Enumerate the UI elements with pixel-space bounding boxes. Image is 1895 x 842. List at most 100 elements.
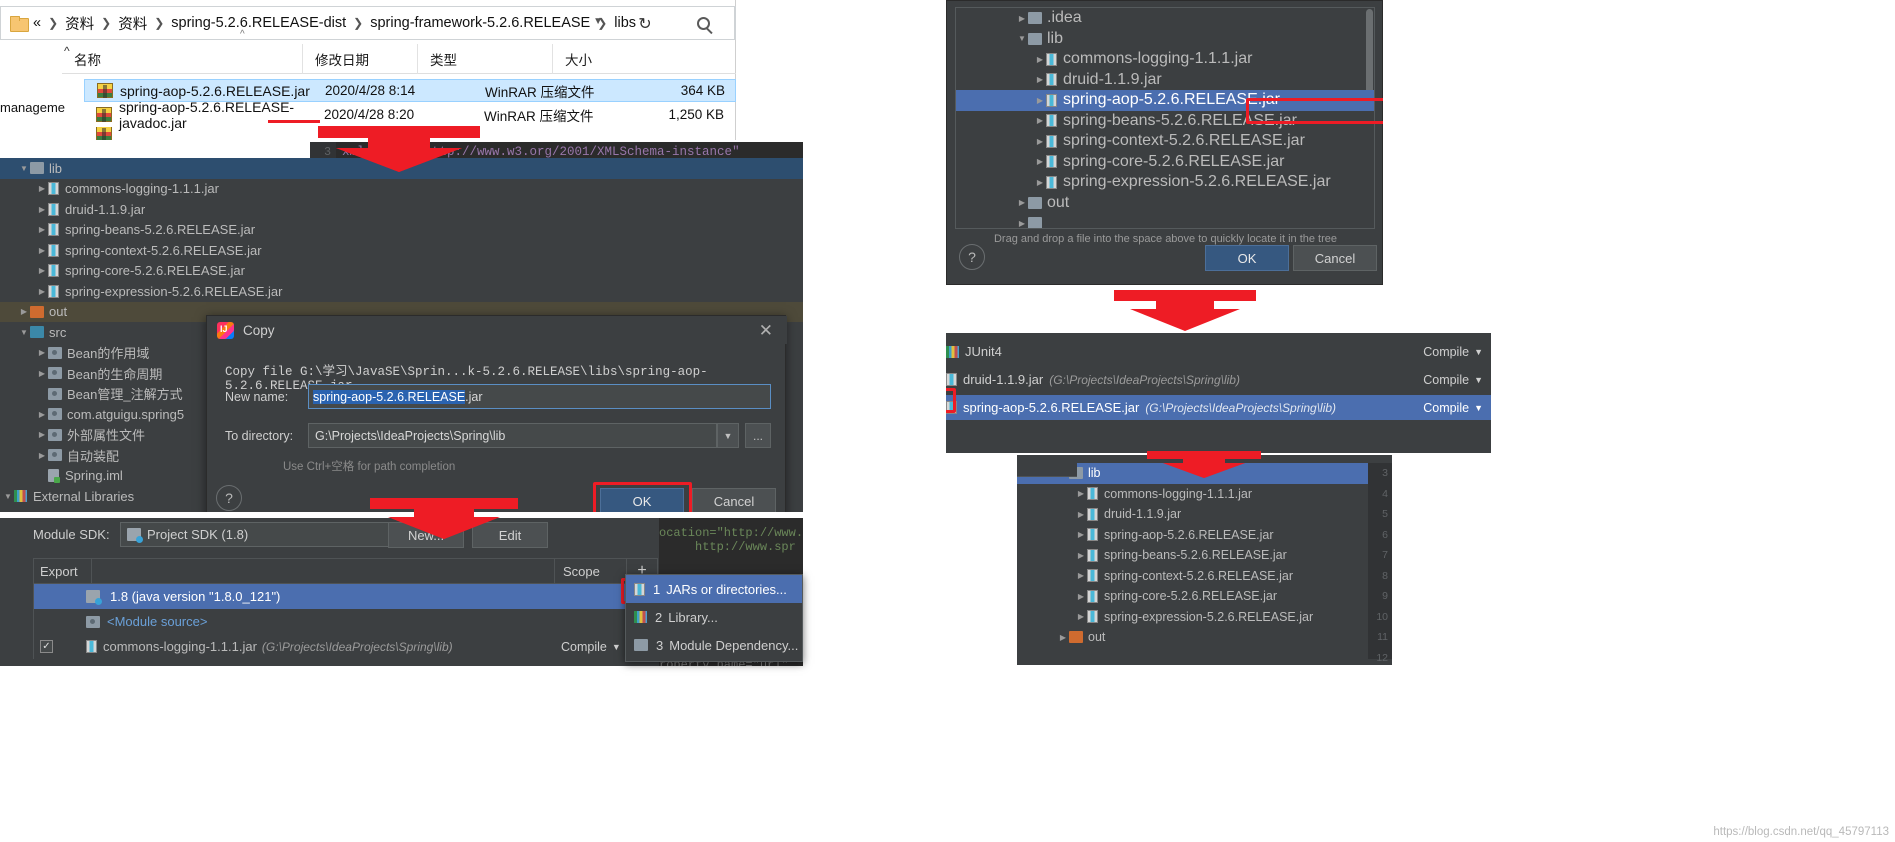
chevron-right-icon[interactable]: ▶ xyxy=(36,410,48,419)
tree-item-commons-logging[interactable]: ▶ commons-logging-1.1.1.jar xyxy=(0,179,803,200)
tree-item-spring-core[interactable]: ▶ spring-core-5.2.6.RELEASE.jar xyxy=(0,261,803,282)
chevron-right-icon[interactable]: ▶ xyxy=(1034,157,1046,166)
tree-item-druid[interactable]: ▶ druid-1.1.9.jar xyxy=(0,199,803,220)
breadcrumb-0[interactable]: « xyxy=(33,15,41,31)
help-icon[interactable]: ? xyxy=(216,485,242,511)
dependency-label: commons-logging-1.1.1.jar xyxy=(103,639,257,654)
chevron-right-icon[interactable]: ▶ xyxy=(1034,55,1046,64)
chevron-down-icon[interactable]: ▼ xyxy=(18,164,30,173)
dependency-row-jdk[interactable]: 1.8 (java version "1.8.0_121") xyxy=(33,584,658,609)
column-header-name[interactable]: 名称 xyxy=(62,44,302,74)
right-tree-item-spring-aop[interactable]: ▶ spring-aop-5.2.6.RELEASE.jar xyxy=(1017,525,1392,546)
tree-item-spring-context[interactable]: ▶ spring-context-5.2.6.RELEASE.jar xyxy=(0,240,803,261)
chevron-down-icon[interactable]: ▼ xyxy=(1474,375,1483,385)
chevron-right-icon[interactable]: ▶ xyxy=(1034,75,1046,84)
chevron-right-icon[interactable]: ▶ xyxy=(36,184,48,193)
export-checkbox[interactable]: ✓ xyxy=(40,640,53,653)
chevron-right-icon[interactable]: ▶ xyxy=(36,205,48,214)
chooser-item-spring-aop[interactable]: ▶ spring-aop-5.2.6.RELEASE.jar xyxy=(956,90,1374,111)
chevron-down-icon[interactable]: ▼ xyxy=(1474,347,1483,357)
chevron-right-icon[interactable]: ▶ xyxy=(36,348,48,357)
new-name-selected-text: spring-aop-5.2.6.RELEASE xyxy=(313,389,466,404)
breadcrumb-3[interactable]: spring-5.2.6.RELEASE-dist xyxy=(171,15,346,31)
breadcrumb-4[interactable]: spring-framework-5.2.6.RELEASE xyxy=(370,15,590,31)
chevron-right-icon[interactable]: ▶ xyxy=(36,451,48,460)
chevron-right-icon[interactable]: ▶ xyxy=(1075,592,1087,601)
chevron-down-icon[interactable]: ▼ xyxy=(2,492,14,501)
right-tree-item-spring-expression[interactable]: ▶ spring-expression-5.2.6.RELEASE.jar xyxy=(1017,607,1392,628)
chevron-right-icon[interactable]: ▶ xyxy=(1034,96,1046,105)
chooser-item-spring-core[interactable]: ▶ spring-core-5.2.6.RELEASE.jar xyxy=(956,152,1374,173)
chooser-item-spring-context[interactable]: ▶ spring-context-5.2.6.RELEASE.jar xyxy=(956,131,1374,152)
chooser-item-commons-logging[interactable]: ▶ commons-logging-1.1.1.jar xyxy=(956,49,1374,70)
refresh-icon[interactable]: ↻ xyxy=(633,12,657,36)
copy-cancel-button[interactable]: Cancel xyxy=(692,488,776,514)
chevron-down-icon[interactable]: ▼ xyxy=(612,642,621,652)
right-tree-item-druid[interactable]: ▶ druid-1.1.9.jar xyxy=(1017,504,1392,525)
address-bar[interactable]: « ❯ 资料 ❯ 资料 ❯ spring-5.2.6.RELEASE-dist … xyxy=(0,6,736,40)
to-directory-input[interactable]: G:\Projects\IdeaProjects\Spring\lib xyxy=(308,423,717,448)
chevron-right-icon[interactable]: ▶ xyxy=(1075,530,1087,539)
chevron-right-icon[interactable]: ▶ xyxy=(18,307,30,316)
dependency-row-commons-logging[interactable]: ✓ commons-logging-1.1.1.jar (G:\Projects… xyxy=(33,634,658,659)
close-icon[interactable]: ✕ xyxy=(759,321,773,341)
chevron-right-icon[interactable]: ▶ xyxy=(1075,612,1087,621)
chevron-right-icon[interactable]: ▶ xyxy=(1016,198,1028,207)
chooser-item-spring-expression[interactable]: ▶ spring-expression-5.2.6.RELEASE.jar xyxy=(956,172,1374,193)
file-chooser-tree[interactable]: ▶ .idea ▼ lib ▶ commons-logging-1.1.1.ja… xyxy=(955,7,1375,229)
column-header-size[interactable]: 大小 xyxy=(552,44,662,74)
chevron-right-icon[interactable]: ▶ xyxy=(1016,14,1028,23)
search-box[interactable] xyxy=(673,6,735,40)
chooser-item-spring-beans[interactable]: ▶ spring-beans-5.2.6.RELEASE.jar xyxy=(956,111,1374,132)
tree-item-spring-expression[interactable]: ▶ spring-expression-5.2.6.RELEASE.jar xyxy=(0,281,803,302)
chevron-right-icon[interactable]: ▶ xyxy=(36,246,48,255)
chooser-item-lib[interactable]: ▼ lib xyxy=(956,29,1374,50)
chevron-right-icon[interactable]: ▶ xyxy=(1075,571,1087,580)
dep-scope[interactable]: Compile ▼ xyxy=(1423,401,1483,415)
chevron-right-icon[interactable]: ▶ xyxy=(1057,633,1069,642)
chevron-right-icon[interactable]: ▶ xyxy=(1075,489,1087,498)
help-icon[interactable]: ? xyxy=(959,244,985,270)
copy-ok-button[interactable]: OK xyxy=(600,488,684,514)
tree-item-spring-beans[interactable]: ▶ spring-beans-5.2.6.RELEASE.jar xyxy=(0,220,803,241)
column-header-export[interactable]: Export xyxy=(34,558,92,584)
address-dropdown-icon[interactable]: ▼ xyxy=(593,16,603,27)
right-tree-item-spring-core[interactable]: ▶ spring-core-5.2.6.RELEASE.jar xyxy=(1017,586,1392,607)
chooser-item-druid[interactable]: ▶ druid-1.1.9.jar xyxy=(956,70,1374,91)
chooser-ok-button[interactable]: OK xyxy=(1205,245,1289,271)
right-tree-item-spring-context[interactable]: ▶ spring-context-5.2.6.RELEASE.jar xyxy=(1017,566,1392,587)
chevron-down-icon[interactable]: ▼ xyxy=(18,328,30,337)
chooser-cancel-button[interactable]: Cancel xyxy=(1293,245,1377,271)
chooser-item-idea[interactable]: ▶ .idea xyxy=(956,8,1374,29)
chevron-right-icon[interactable]: ▶ xyxy=(36,266,48,275)
chevron-down-icon[interactable]: ▼ xyxy=(1474,403,1483,413)
chevron-right-icon[interactable]: ▶ xyxy=(36,225,48,234)
menu-item-library[interactable]: 2 Library... xyxy=(626,603,802,631)
chevron-right-icon[interactable]: ▶ xyxy=(36,287,48,296)
chevron-down-icon[interactable]: ▼ xyxy=(1016,34,1028,43)
chevron-down-icon[interactable]: ▼ xyxy=(717,423,739,448)
chevron-right-icon[interactable]: ▶ xyxy=(1075,551,1087,560)
chevron-right-icon[interactable]: ▶ xyxy=(36,430,48,439)
column-header-scope[interactable]: Scope xyxy=(555,558,627,584)
menu-item-jars-or-directories[interactable]: 1 JARs or directories... xyxy=(626,575,802,603)
chevron-right-icon[interactable]: ▶ xyxy=(1034,137,1046,146)
breadcrumb-2[interactable]: 资料 xyxy=(118,13,147,34)
column-header-type[interactable]: 类型 xyxy=(417,44,552,74)
right-tree-item-commons-logging[interactable]: ▶ commons-logging-1.1.1.jar xyxy=(1017,484,1392,505)
right-tree-item-out[interactable]: ▶ out xyxy=(1017,627,1392,648)
chevron-right-icon[interactable]: ▶ xyxy=(36,369,48,378)
new-name-input[interactable]: spring-aop-5.2.6.RELEASE .jar xyxy=(308,384,771,409)
chevron-right-icon[interactable]: ▶ xyxy=(1075,510,1087,519)
right-tree-item-spring-beans[interactable]: ▶ spring-beans-5.2.6.RELEASE.jar xyxy=(1017,545,1392,566)
dep-scope[interactable]: Compile ▼ xyxy=(1423,373,1483,387)
dep-scope[interactable]: Compile ▼ xyxy=(1423,345,1483,359)
column-header-date[interactable]: 修改日期 xyxy=(302,44,417,74)
breadcrumb-1[interactable]: 资料 xyxy=(65,13,94,34)
chevron-right-icon[interactable]: ▶ xyxy=(1034,116,1046,125)
chooser-item-out[interactable]: ▶ out xyxy=(956,193,1374,214)
menu-item-module-dependency[interactable]: 3 Module Dependency... xyxy=(626,631,802,659)
browse-button[interactable]: ... xyxy=(745,423,771,448)
chevron-right-icon[interactable]: ▶ xyxy=(1034,178,1046,187)
dependency-row-module-source[interactable]: <Module source> xyxy=(33,609,658,634)
